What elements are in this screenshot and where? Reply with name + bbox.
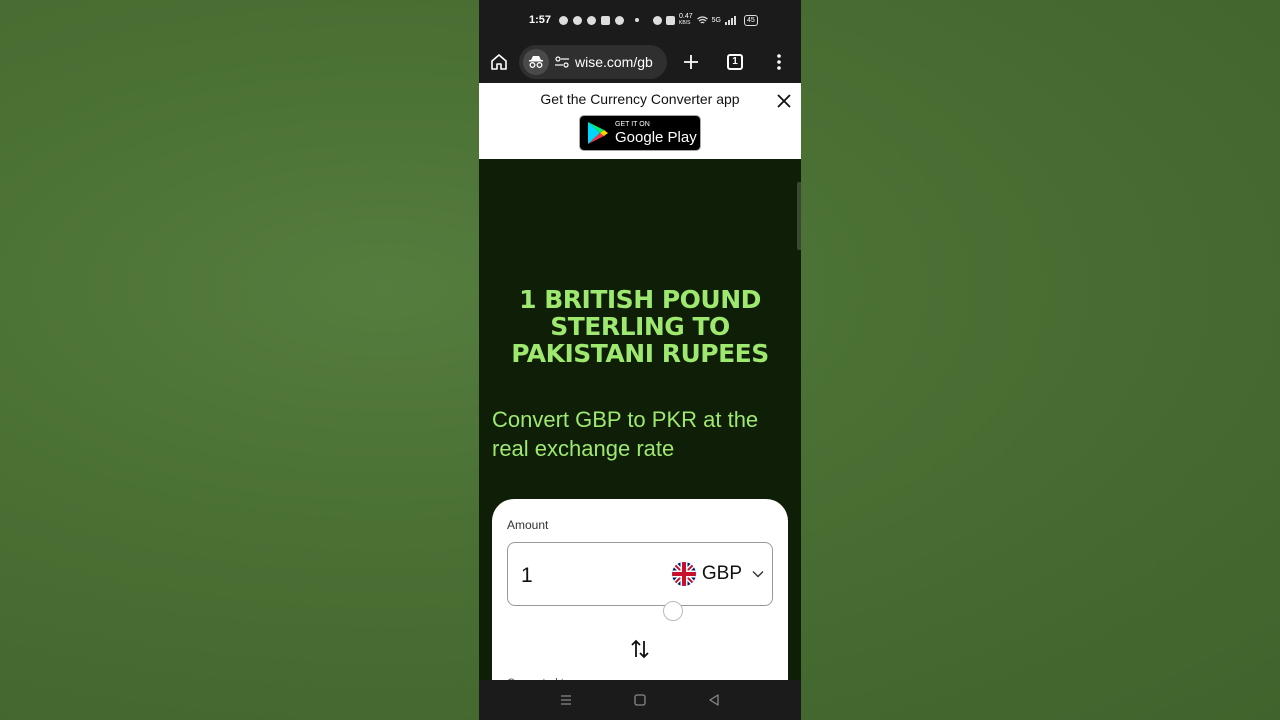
wifi-icon	[696, 15, 708, 23]
menu-button[interactable]	[759, 40, 799, 83]
new-tab-button[interactable]	[671, 40, 711, 83]
close-icon[interactable]	[775, 92, 793, 110]
page-subtitle: Convert GBP to PKR at the real exchange …	[492, 407, 759, 461]
home-icon	[491, 53, 507, 70]
signal-icon	[725, 15, 736, 25]
currency-selector[interactable]: GBP	[671, 562, 764, 586]
app-icon	[615, 15, 625, 25]
swap-currencies-button[interactable]	[626, 635, 654, 663]
back-button[interactable]	[702, 688, 726, 712]
swap-icon	[631, 639, 649, 659]
notification-icons	[559, 15, 640, 25]
amount-label: Amount	[507, 518, 549, 532]
more-vert-icon	[777, 53, 781, 70]
tab-count: 1	[727, 53, 743, 70]
battery-icon: 45	[744, 14, 758, 26]
uk-flag-icon	[671, 562, 696, 586]
chat-icon	[573, 15, 583, 25]
incognito-icon[interactable]	[523, 48, 549, 75]
banner-text: Get the Currency Converter app	[540, 91, 740, 107]
status-time: 1:57	[529, 14, 552, 26]
whatsapp-icon	[559, 15, 569, 25]
more-notifications-icon	[635, 18, 640, 22]
home-square-icon	[634, 694, 646, 706]
google-play-icon	[588, 122, 608, 144]
home-nav-button[interactable]	[628, 688, 652, 712]
converter-card: Amount 1 GBP	[492, 499, 788, 699]
recents-icon	[561, 695, 571, 705]
url-text[interactable]: wise.com/gb	[575, 54, 653, 70]
vibrate-icon	[666, 15, 676, 25]
youtube-icon	[601, 15, 611, 25]
google-play-button[interactable]: GET IT ON Google Play	[579, 115, 701, 151]
back-icon	[709, 694, 719, 706]
plus-icon	[684, 54, 698, 69]
app-install-banner: Get the Currency Converter app GET IT ON…	[479, 83, 801, 159]
page-title: 1 British Pound Sterling to Pakistani Ru…	[511, 285, 769, 368]
tab-switcher-button[interactable]: 1	[715, 40, 755, 83]
site-settings-icon[interactable]	[555, 55, 569, 68]
currency-code: GBP	[701, 563, 742, 584]
phone-screen: 1:57 0.47 KB/S 5G 45 wise.com/gb 1 Get t…	[479, 0, 801, 720]
side-handle[interactable]	[797, 182, 801, 250]
status-bar: 1:57 0.47 KB/S 5G 45	[479, 0, 801, 40]
data-speed: 0.47 KB/S	[679, 13, 693, 26]
store-small-text: GET IT ON	[615, 121, 650, 128]
amount-value[interactable]: 1	[521, 564, 533, 588]
network-type: 5G	[711, 16, 721, 24]
home-button[interactable]	[479, 40, 519, 83]
system-nav-bar	[479, 680, 801, 720]
amount-input[interactable]: 1 GBP	[507, 542, 773, 606]
snapchat-icon	[587, 15, 597, 25]
url-bar[interactable]: wise.com/gb	[519, 44, 667, 79]
store-big-text: Google Play	[615, 129, 697, 146]
browser-toolbar: wise.com/gb 1	[479, 40, 801, 83]
chevron-down-icon	[752, 571, 764, 578]
system-indicators: 0.47 KB/S 5G 45	[653, 13, 758, 27]
recents-button[interactable]	[554, 688, 578, 712]
touch-indicator	[663, 601, 683, 621]
alarm-icon	[653, 15, 663, 25]
